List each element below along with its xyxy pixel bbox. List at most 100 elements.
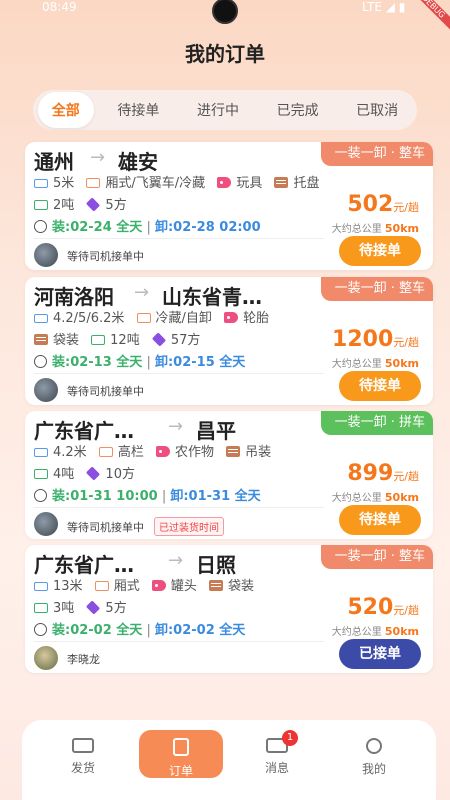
price: 1200元/趟 bbox=[332, 327, 419, 352]
weight-icon bbox=[91, 335, 106, 345]
nav-me[interactable]: 我的 bbox=[339, 730, 409, 777]
driver-status-text: 等待司机接单中 bbox=[67, 521, 144, 534]
tab-all[interactable]: 全部 bbox=[37, 92, 94, 128]
price-unit: 元/趟 bbox=[393, 336, 419, 349]
debug-ribbon: DEBUG bbox=[403, 0, 450, 37]
cargo-attrs: 13米 厢式 罐头 袋装 bbox=[34, 575, 262, 594]
status-time: 08:49 bbox=[42, 0, 77, 14]
tab-pending[interactable]: 待接单 bbox=[103, 92, 173, 128]
tab-in-progress[interactable]: 进行中 bbox=[183, 92, 253, 128]
order-type-badge: 一装一卸 · 整车 bbox=[320, 277, 433, 301]
ruler-icon bbox=[34, 582, 48, 591]
load-time: 装:02-02 全天 bbox=[52, 623, 143, 638]
cargo-name: 玩具 bbox=[236, 176, 263, 191]
avatar bbox=[34, 243, 58, 267]
cargo-attrs: 5米 厢式/飞翼车/冷藏 玩具 托盘 bbox=[34, 172, 328, 191]
weight-icon bbox=[34, 469, 48, 479]
distance-label: 大约总公里 bbox=[331, 224, 382, 235]
driver-status: 等待司机接单中 bbox=[67, 385, 144, 398]
divider bbox=[34, 507, 324, 508]
clock-icon bbox=[34, 220, 47, 233]
distance-value: 50km bbox=[384, 625, 419, 638]
ruler-icon bbox=[34, 179, 48, 188]
truck-type: 高栏 bbox=[117, 445, 144, 460]
route: 河南洛阳 → 山东省青… bbox=[34, 281, 262, 310]
nav-orders[interactable]: 订单 bbox=[139, 730, 223, 778]
driver-name: 李晓龙 bbox=[67, 653, 100, 666]
status-bar: 08:49 LTE ◢ ▮ DEBUG bbox=[0, 0, 450, 37]
ruler-icon bbox=[34, 314, 48, 323]
cargo-size: 3吨 5方 bbox=[34, 597, 135, 616]
camera-cutout bbox=[212, 0, 238, 24]
arrow-right-icon: → bbox=[168, 550, 184, 571]
status-button[interactable]: 待接单 bbox=[339, 505, 421, 535]
package-icon bbox=[209, 580, 223, 591]
load-time: 装:02-13 全天 bbox=[52, 355, 143, 370]
avatar bbox=[34, 378, 58, 402]
nav-messages-label: 消息 bbox=[264, 761, 289, 775]
packaging: 袋装 bbox=[228, 579, 255, 594]
cargo-size: 4吨 10方 bbox=[34, 463, 143, 482]
origin-city: 河南洛阳 bbox=[34, 285, 114, 309]
price-value: 520 bbox=[347, 595, 394, 620]
packaging: 托盘 bbox=[293, 176, 320, 191]
package-icon bbox=[226, 446, 241, 457]
distance-label: 大约总公里 bbox=[331, 359, 382, 370]
price-value: 899 bbox=[347, 461, 394, 486]
nav-messages[interactable]: 消息 bbox=[242, 730, 312, 776]
divider bbox=[34, 238, 324, 239]
tag-icon bbox=[151, 580, 166, 591]
message-badge: 1 bbox=[282, 730, 298, 746]
unload-time: 卸:01-31 全天 bbox=[170, 489, 261, 504]
package-icon bbox=[34, 334, 48, 345]
schedule: 装:02-02 全天 | 卸:02-02 全天 bbox=[34, 619, 245, 638]
weight-icon bbox=[34, 200, 48, 210]
price: 502元/趟 bbox=[347, 192, 419, 217]
order-card[interactable]: 广东省广… → 日照 一装一卸 · 整车 13米 厢式 罐头 袋装 3吨 5方 … bbox=[25, 545, 433, 673]
origin-city: 广东省广… bbox=[34, 553, 134, 577]
network-status: LTE ◢ ▮ bbox=[362, 0, 406, 14]
bottom-nav: 发货 订单 消息 1 我的 bbox=[22, 720, 436, 800]
truck-length: 5米 bbox=[53, 176, 75, 191]
nav-ship[interactable]: 发货 bbox=[48, 730, 118, 776]
volume: 57方 bbox=[170, 333, 201, 348]
order-icon bbox=[173, 738, 189, 756]
truck-icon bbox=[98, 447, 113, 457]
cargo-size: 袋装 12吨 57方 bbox=[34, 329, 208, 348]
packaging: 吊装 bbox=[245, 445, 272, 460]
order-card[interactable]: 河南洛阳 → 山东省青… 一装一卸 · 整车 4.2/5/6.2米 冷藏/自卸 … bbox=[25, 277, 433, 405]
cargo-name: 罐头 bbox=[170, 579, 197, 594]
avatar bbox=[34, 646, 58, 670]
load-time: 装:01-31 10:00 bbox=[52, 489, 158, 504]
truck-icon bbox=[94, 581, 109, 591]
route: 通州 → 雄安 bbox=[34, 146, 158, 175]
price-unit: 元/趟 bbox=[393, 604, 419, 617]
price-value: 502 bbox=[347, 192, 394, 217]
page-title: 我的订单 bbox=[185, 42, 265, 66]
tab-cancelled[interactable]: 已取消 bbox=[342, 92, 412, 128]
order-card[interactable]: 通州 → 雄安 一装一卸 · 整车 5米 厢式/飞翼车/冷藏 玩具 托盘 2吨 … bbox=[25, 142, 433, 270]
status-button[interactable]: 待接单 bbox=[339, 236, 421, 266]
unload-time: 卸:02-28 02:00 bbox=[154, 220, 261, 235]
divider bbox=[34, 641, 324, 642]
nav-orders-label: 订单 bbox=[168, 764, 193, 778]
volume-icon bbox=[86, 197, 101, 212]
status-button[interactable]: 已接单 bbox=[339, 639, 421, 669]
order-card[interactable]: 广东省广… → 昌平 一装一卸 · 拼车 4.2米 高栏 农作物 吊装 4吨 1… bbox=[25, 411, 433, 539]
price-unit: 元/趟 bbox=[393, 470, 419, 483]
destination-city: 山东省青… bbox=[162, 285, 262, 309]
order-type-badge: 一装一卸 · 拼车 bbox=[320, 411, 433, 435]
route: 广东省广… → 日照 bbox=[34, 549, 236, 578]
arrow-right-icon: → bbox=[168, 416, 184, 437]
tab-completed[interactable]: 已完成 bbox=[263, 92, 333, 128]
schedule: 装:02-13 全天 | 卸:02-15 全天 bbox=[34, 351, 245, 370]
driver-status: 等待司机接单中 bbox=[67, 250, 144, 263]
schedule: 装:02-24 全天 | 卸:02-28 02:00 bbox=[34, 216, 261, 235]
truck-length: 4.2米 bbox=[53, 445, 87, 460]
app-screen: 08:49 LTE ◢ ▮ DEBUG 我的订单 全部 待接单 进行中 已完成 … bbox=[0, 0, 450, 800]
distance: 大约总公里 50km bbox=[332, 220, 419, 235]
status-button[interactable]: 待接单 bbox=[339, 371, 421, 401]
overdue-tag: 已过装货时间 bbox=[154, 517, 224, 536]
price-unit: 元/趟 bbox=[393, 201, 419, 214]
order-type-badge: 一装一卸 · 整车 bbox=[320, 545, 433, 569]
